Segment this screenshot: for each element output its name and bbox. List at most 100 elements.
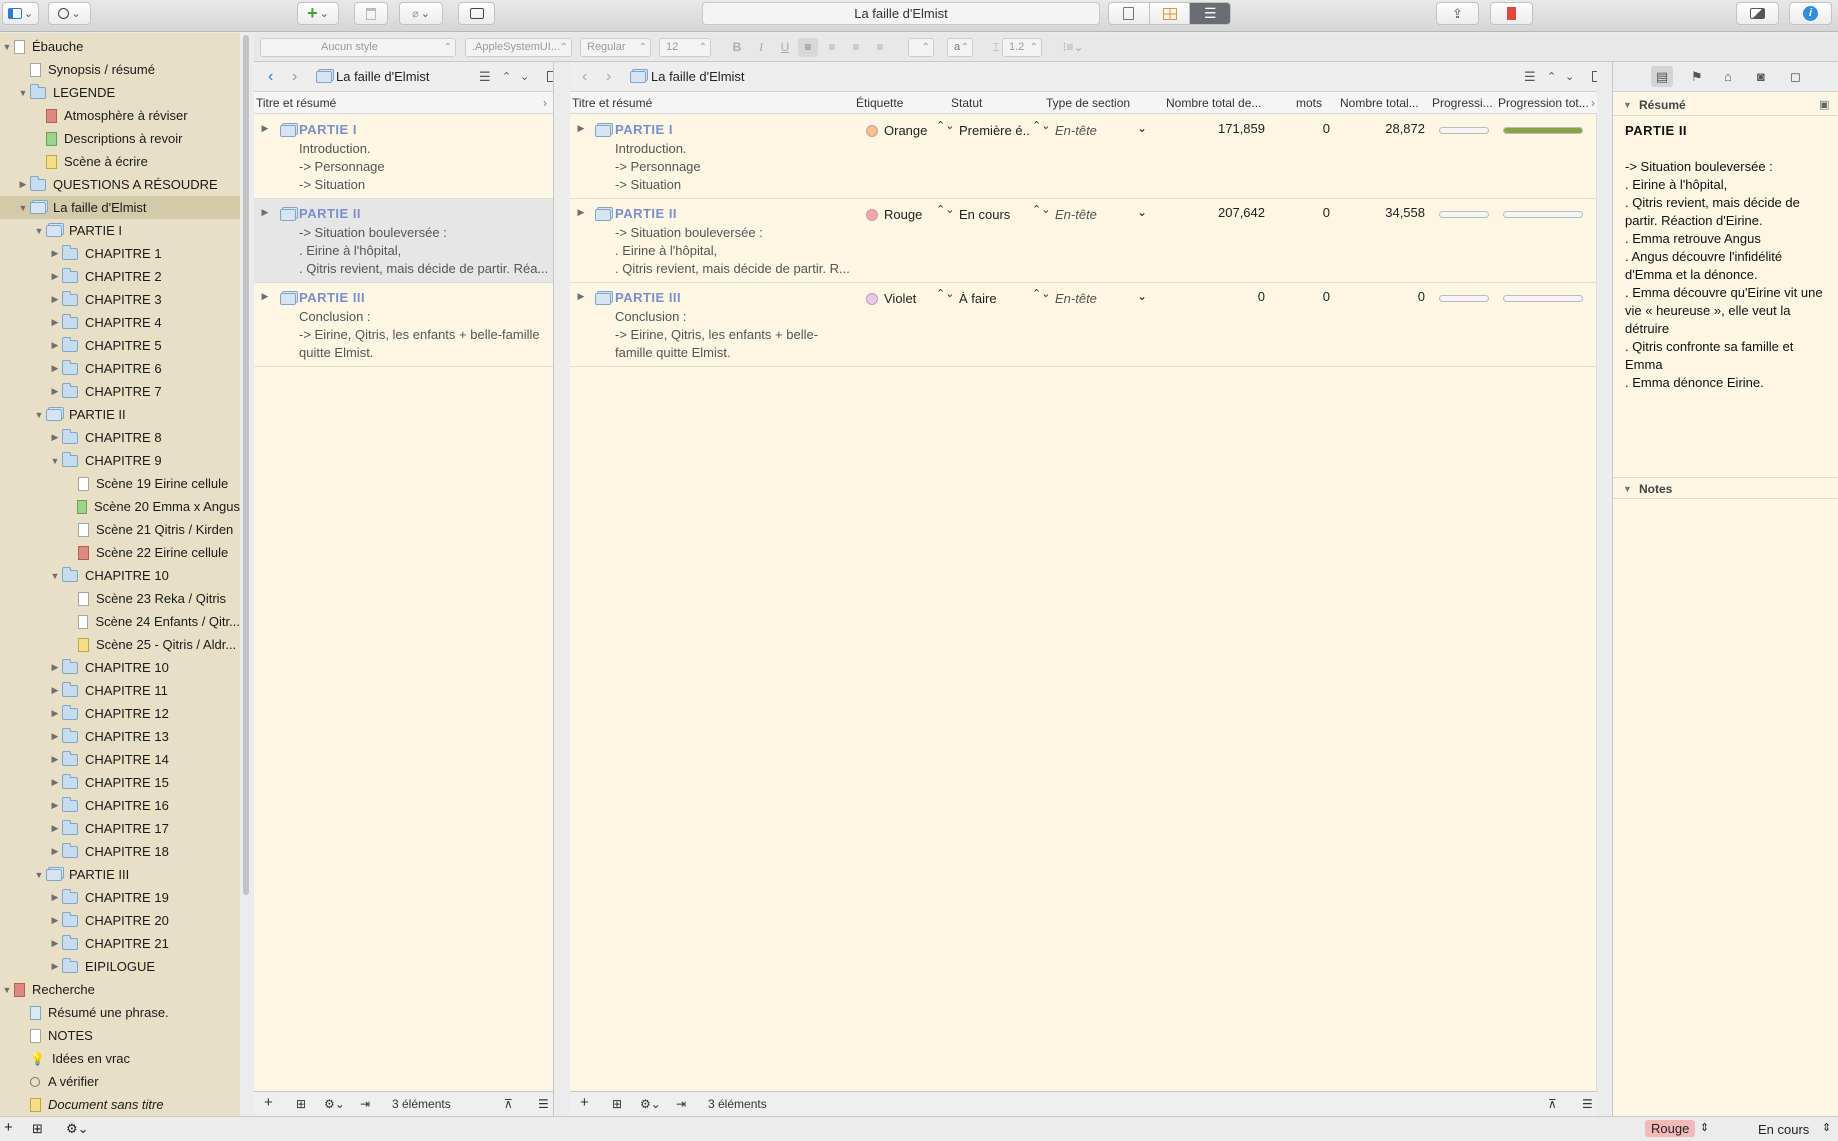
next-doc-icon[interactable]: ⌄: [1565, 70, 1574, 83]
col-total-words[interactable]: Nombre total de...: [1166, 96, 1266, 110]
binder-item[interactable]: Scène 23 Reka / Qitris: [0, 587, 240, 610]
add-button[interactable]: + ⌄: [297, 2, 339, 25]
binder-item[interactable]: ▶ CHAPITRE 2: [0, 265, 240, 288]
list-icon[interactable]: ☰: [1582, 1097, 1593, 1111]
disclosure-closed-icon[interactable]: ▶: [50, 777, 60, 788]
disclosure-closed-icon[interactable]: ▶: [50, 340, 60, 351]
binder-item[interactable]: ▶ CHAPITRE 17: [0, 817, 240, 840]
left-column-header[interactable]: Titre et résumé ›: [254, 93, 553, 114]
binder-item[interactable]: ▶ CHAPITRE 21: [0, 932, 240, 955]
disclosure-closed-icon[interactable]: ▶: [50, 892, 60, 903]
label-stepper-icon[interactable]: ⌃⌄: [936, 289, 954, 300]
col-words[interactable]: mots: [1296, 96, 1346, 110]
binder-toggle-button[interactable]: ⌄: [2, 2, 39, 25]
disclosure-closed-icon[interactable]: ▶: [50, 271, 60, 282]
underline-button[interactable]: U: [775, 38, 795, 57]
notes-section-header[interactable]: Notes: [1613, 477, 1838, 500]
disclosure-open-icon[interactable]: ▼: [2, 42, 12, 52]
line-spacing-select[interactable]: 1.2: [1002, 38, 1042, 57]
image-icon[interactable]: ▣: [1819, 98, 1829, 111]
section-type-cell[interactable]: En-tête: [1055, 207, 1097, 222]
disclosure-closed-icon[interactable]: ▶: [50, 938, 60, 949]
bookmark-button[interactable]: [1490, 2, 1533, 25]
back-arrow-icon[interactable]: ‹: [268, 68, 273, 86]
disclosure-closed-icon[interactable]: ▶: [50, 846, 60, 857]
col-total-2[interactable]: Nombre total...: [1340, 96, 1420, 110]
binder-item[interactable]: ▶ CHAPITRE 12: [0, 702, 240, 725]
inspector-toggle-button[interactable]: i: [1789, 2, 1832, 25]
split-toggle-icon[interactable]: [1592, 71, 1597, 82]
binder-item[interactable]: NOTES: [0, 1024, 240, 1047]
bold-button[interactable]: B: [727, 38, 747, 57]
highlight-select[interactable]: a: [947, 38, 973, 57]
disclosure-closed-icon[interactable]: ▶: [260, 123, 270, 134]
binder-item[interactable]: Scène 24 Enfants / Qitr...: [0, 610, 240, 633]
attach-button[interactable]: ⌀ ⌄: [399, 2, 443, 25]
disclosure-closed-icon[interactable]: ▶: [50, 823, 60, 834]
outline-row[interactable]: ▶ PARTIE III Conclusion : -> Eirine, Qitris…: [254, 283, 553, 367]
status-stepper-icon[interactable]: ⌃⌄: [1032, 121, 1050, 132]
comment-tab-icon[interactable]: ◻: [1790, 69, 1801, 85]
chevron-down-icon[interactable]: ⌄: [1137, 205, 1147, 219]
binder-item[interactable]: Atmosphère à réviser: [0, 104, 240, 127]
disclosure-closed-icon[interactable]: ▶: [260, 291, 270, 302]
disclosure-closed-icon[interactable]: ▶: [576, 291, 586, 302]
label-cell[interactable]: Orange: [866, 123, 927, 138]
chevron-down-icon[interactable]: ⌄: [1137, 121, 1147, 135]
disclosure-closed-icon[interactable]: ▶: [50, 685, 60, 696]
list-style-button[interactable]: ⁝≡⌄: [1058, 38, 1088, 57]
binder-item[interactable]: ▼ PARTIE I: [0, 219, 240, 242]
disclosure-closed-icon[interactable]: ▶: [50, 294, 60, 305]
binder-item[interactable]: ▶ CHAPITRE 7: [0, 380, 240, 403]
status-cell[interactable]: À faire: [959, 291, 1031, 306]
binder-item[interactable]: ▼ PARTIE II: [0, 403, 240, 426]
status-cell[interactable]: En cours: [959, 207, 1031, 222]
section-type-cell[interactable]: En-tête: [1055, 123, 1097, 138]
binder-item[interactable]: ▶ CHAPITRE 14: [0, 748, 240, 771]
bookmark-tab-icon[interactable]: ⚑: [1691, 69, 1703, 85]
outline-view-button[interactable]: ☰: [1190, 3, 1230, 24]
disclosure-closed-icon[interactable]: ▶: [50, 662, 60, 673]
disclosure-closed-icon[interactable]: ▶: [50, 432, 60, 443]
composition-mode-button[interactable]: [1736, 2, 1779, 25]
col-title-summary[interactable]: Titre et résumé: [256, 96, 336, 110]
snapshot-tab-icon[interactable]: ◙: [1757, 69, 1765, 84]
compose-button[interactable]: [458, 2, 495, 25]
align-left-button[interactable]: ≡: [798, 38, 818, 57]
col-status[interactable]: Statut: [951, 96, 1031, 110]
binder-item[interactable]: Scène 25 - Qitris / Aldr...: [0, 633, 240, 656]
disclosure-closed-icon[interactable]: ▶: [50, 708, 60, 719]
size-select[interactable]: 12: [659, 38, 711, 57]
disclosure-open-icon[interactable]: ▼: [34, 870, 44, 880]
disclosure-closed-icon[interactable]: ▶: [50, 961, 60, 972]
italic-button[interactable]: I: [751, 38, 771, 57]
disclosure-closed-icon[interactable]: ▶: [18, 179, 28, 190]
label-stepper-icon[interactable]: ⌃⌄: [936, 121, 954, 132]
gear-icon[interactable]: ⚙⌄: [324, 1097, 345, 1111]
binder-item[interactable]: ▶ CHAPITRE 13: [0, 725, 240, 748]
bottom-add-icon[interactable]: +: [4, 1119, 13, 1136]
pane-menu-icon[interactable]: ☰: [1524, 69, 1536, 85]
status-stepper-icon[interactable]: ⌃⌄: [1032, 205, 1050, 216]
justify-button[interactable]: ≡: [870, 38, 890, 57]
outline-row[interactable]: ▶ PARTIE III Conclusion : -> Eirine, Qitris…: [570, 283, 1597, 367]
disclosure-closed-icon[interactable]: ▶: [50, 386, 60, 397]
col-title-summary[interactable]: Titre et résumé: [572, 96, 812, 110]
label-stepper-icon[interactable]: ⇕: [1700, 1121, 1709, 1134]
add-folder-icon[interactable]: ⊞: [296, 1097, 306, 1111]
binder-item[interactable]: ▶ QUESTIONS A RÉSOUDRE: [0, 173, 240, 196]
col-label[interactable]: Étiquette: [856, 96, 946, 110]
disclosure-open-icon[interactable]: ▼: [50, 456, 60, 466]
binder-item[interactable]: ▼ PARTIE III: [0, 863, 240, 886]
col-section-type[interactable]: Type de section: [1046, 96, 1156, 110]
forward-arrow-icon[interactable]: ›: [292, 68, 297, 86]
disclosure-closed-icon[interactable]: ▶: [50, 731, 60, 742]
text-color-select[interactable]: [908, 38, 934, 57]
binder-item[interactable]: Résumé une phrase.: [0, 1001, 240, 1024]
add-icon[interactable]: +: [264, 1094, 273, 1111]
bottom-gear-icon[interactable]: ⚙⌄: [66, 1121, 89, 1137]
disclosure-closed-icon[interactable]: ▶: [576, 207, 586, 218]
disclosure-closed-icon[interactable]: ▶: [50, 915, 60, 926]
disclosure-open-icon[interactable]: ▼: [2, 985, 12, 995]
gear-icon[interactable]: ⚙⌄: [640, 1097, 661, 1111]
